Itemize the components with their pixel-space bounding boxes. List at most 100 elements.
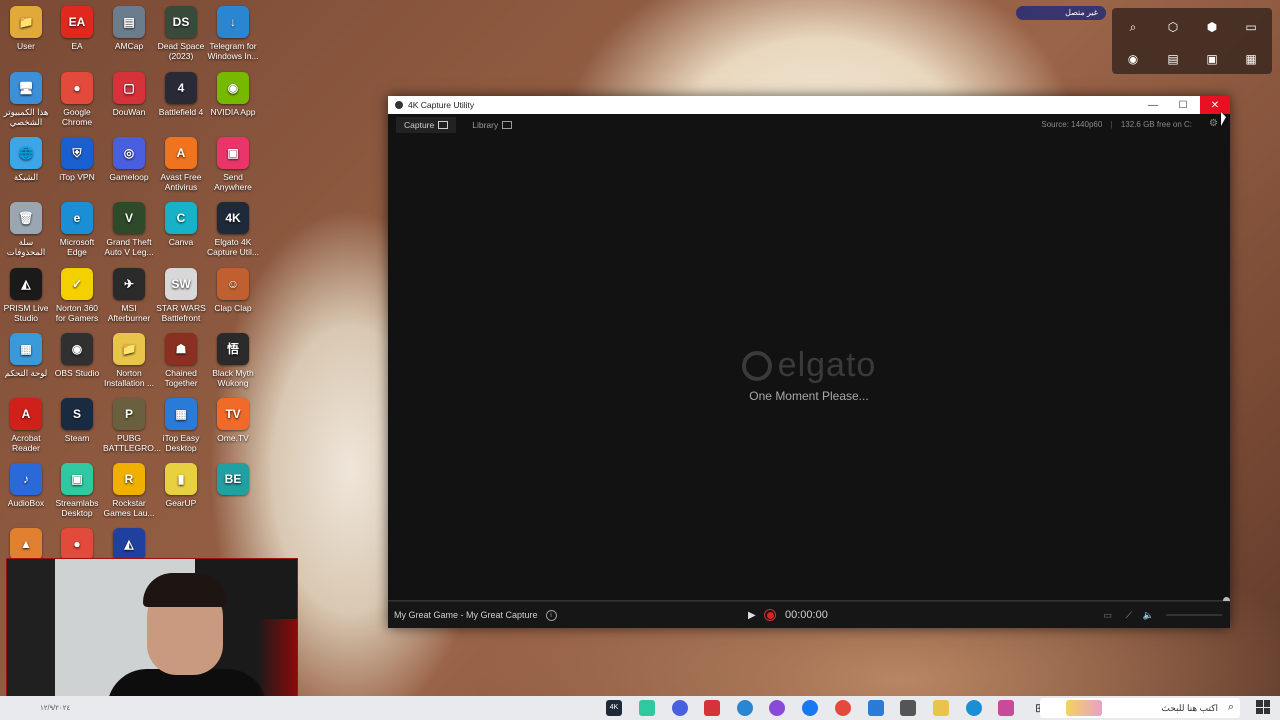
volume-slider[interactable]: [1166, 614, 1222, 616]
desktop-icon-black-myth-wukong[interactable]: 悟 Black Myth Wukong: [207, 333, 259, 388]
desktop-icon-canva[interactable]: C Canva: [155, 202, 207, 247]
desktop-icon-send-anywhere[interactable]: ▣ Send Anywhere: [207, 137, 259, 192]
desktop-icon-msi-afterburner[interactable]: ✈ MSI Afterburner: [103, 268, 155, 323]
desktop-icon-icon-15[interactable]: 🗑 سلة المحذوفات: [0, 202, 52, 257]
cube-icon[interactable]: ⬡: [1166, 20, 1180, 34]
desktop-icon-google-chrome[interactable]: ● Google Chrome: [51, 72, 103, 127]
bottom-bar: My Great Game - My Great Capture i ▶ 00:…: [388, 601, 1230, 628]
desktop-icon-elgato-4k-capture-util[interactable]: 4K Elgato 4K Capture Util...: [207, 202, 259, 257]
play-icon[interactable]: ▶: [748, 610, 756, 621]
clap-clap-icon: ☺: [217, 268, 249, 300]
desktop-icon-itop-easy-desktop[interactable]: ▦ iTop Easy Desktop: [155, 398, 207, 453]
desktop-icon-icon-39[interactable]: BE: [207, 463, 259, 498]
desktop-icon-rockstar-games-lau[interactable]: R Rockstar Games Lau...: [103, 463, 155, 518]
elgato-logo-text: elgato: [777, 346, 877, 384]
ome-tv-icon: TV: [217, 398, 249, 430]
chrome-taskbar-icon[interactable]: [835, 700, 851, 716]
calculator-taskbar-icon[interactable]: [900, 700, 916, 716]
desktop-icon-nvidia-app[interactable]: ◉ NVIDIA App: [207, 72, 259, 117]
rockstar-games-lau-icon: R: [113, 463, 145, 495]
gameloop-taskbar-icon[interactable]: [672, 700, 688, 716]
desktop-icon-grand-theft-auto-v-leg[interactable]: V Grand Theft Auto V Leg...: [103, 202, 155, 257]
nvidia-app-icon: ◉: [217, 72, 249, 104]
desktop-icon-label: NVIDIA App: [210, 107, 256, 117]
desktop-icon-acrobat-reader[interactable]: A Acrobat Reader: [0, 398, 52, 453]
grid-icon[interactable]: ▦: [1244, 52, 1258, 66]
cube-outline-icon[interactable]: ⬢: [1205, 20, 1219, 34]
desktop-icon-label: EA: [71, 41, 83, 51]
desktop-icon-douwan[interactable]: ▢ DouWan: [103, 72, 155, 117]
edge-taskbar-icon[interactable]: [966, 700, 982, 716]
desktop-icon-obs-studio[interactable]: ◉ OBS Studio: [51, 333, 103, 378]
title-bar[interactable]: 4K Capture Utility — ☐ ✕: [388, 96, 1230, 114]
copilot-taskbar-icon[interactable]: [998, 700, 1014, 716]
black-myth-wukong-icon: 悟: [217, 333, 249, 365]
douwan-taskbar-icon[interactable]: [704, 700, 720, 716]
search-highlight-icon[interactable]: [1066, 700, 1102, 716]
desktop-icon-dead-space-2023[interactable]: DS Dead Space (2023): [155, 6, 207, 61]
elgato-taskbar-icon[interactable]: 4K: [606, 700, 622, 716]
search-icon[interactable]: ⌕: [1126, 20, 1140, 34]
desktop-icon-ome-tv[interactable]: TV Ome.TV: [207, 398, 259, 443]
telegram-taskbar-icon[interactable]: [737, 700, 753, 716]
desktop-icon-streamlabs-desktop[interactable]: ▣ Streamlabs Desktop: [51, 463, 103, 518]
desktop-icon-amcap[interactable]: ▤ AMCap: [103, 6, 155, 51]
desktop-icon-microsoft-edge[interactable]: e Microsoft Edge: [51, 202, 103, 257]
desktop-icon-icon-10[interactable]: 🌐 الشبكة: [0, 137, 52, 182]
file-explorer-taskbar-icon[interactable]: [933, 700, 949, 716]
desktop-icon-telegram-for-windows-in[interactable]: ↓ Telegram for Windows In...: [207, 6, 259, 61]
desktop-icon-battlefield-4[interactable]: 4 Battlefield 4: [155, 72, 207, 117]
maximize-button[interactable]: ☐: [1168, 96, 1198, 114]
desktop-icon-avast-free-antivirus[interactable]: A Avast Free Antivirus: [155, 137, 207, 192]
record-button[interactable]: [764, 609, 776, 621]
desktop-icon-icon-25[interactable]: ▦ لوحة التحكم: [0, 333, 52, 378]
desktop-icon-label: Norton 360 for Gamers: [55, 303, 99, 323]
desktop-icon-label: Streamlabs Desktop: [55, 498, 99, 518]
desktop-icon-chained-together[interactable]: ☗ Chained Together: [155, 333, 207, 388]
mic-muted-icon[interactable]: ⟋: [1126, 610, 1132, 621]
desktop-icon-pubg-battlegro[interactable]: P PUBG BATTLEGRO...: [103, 398, 161, 453]
start-button[interactable]: [1256, 700, 1270, 714]
streamlabs-taskbar-icon[interactable]: [639, 700, 655, 716]
desktop-icon-icon-5[interactable]: 🖥 هذا الكمبيوتر الشخصي: [0, 72, 52, 127]
desktop-icon-label: سلة المحذوفات: [6, 237, 46, 257]
desktop-icon-label: Microsoft Edge: [59, 237, 95, 257]
desktop-icon-audiobox[interactable]: ♪ AudioBox: [0, 463, 52, 508]
desktop-icon-prism-live-studio[interactable]: ◭ PRISM Live Studio: [0, 268, 52, 323]
battlefield-4-icon: 4: [165, 72, 197, 104]
folder-icon[interactable]: ▭: [1244, 20, 1258, 34]
desktop-icon-clap-clap[interactable]: ☺ Clap Clap: [207, 268, 259, 313]
mail-taskbar-icon[interactable]: [868, 700, 884, 716]
gear-icon[interactable]: ⚙: [1209, 118, 1218, 129]
desktop-icon-gearup[interactable]: ▮ GearUP: [155, 463, 207, 508]
desktop-icon-gameloop[interactable]: ◎ Gameloop: [103, 137, 155, 182]
facebook-taskbar-icon[interactable]: [802, 700, 818, 716]
connection-status[interactable]: غير متصل: [1016, 6, 1106, 20]
record-timer: 00:00:00: [785, 609, 828, 621]
tab-capture[interactable]: Capture: [396, 117, 457, 133]
volume-icon[interactable]: 🔈: [1143, 610, 1154, 621]
desktop-icon-user[interactable]: 📁 User: [0, 6, 52, 51]
mouse-cursor: [1221, 112, 1226, 126]
desktop-icon-star-wars-battlefront[interactable]: SW STAR WARS Battlefront: [155, 268, 207, 323]
app-taskbar-icon[interactable]: [769, 700, 785, 716]
camera-icon[interactable]: ◉: [1126, 52, 1140, 66]
desktop-icon-norton-360-for-gamers[interactable]: ✓ Norton 360 for Gamers: [51, 268, 103, 323]
desktop-icon-label: Send Anywhere: [214, 172, 252, 192]
document-icon[interactable]: ▤: [1166, 52, 1180, 66]
info-icon[interactable]: i: [545, 609, 557, 621]
search-icon: ⌕: [1227, 701, 1234, 713]
minimize-button[interactable]: —: [1138, 96, 1168, 114]
icon-25-icon: ▦: [10, 333, 42, 365]
project-name[interactable]: My Great Game - My Great Capture: [394, 610, 538, 620]
source-info: Source: 1440p60: [1041, 120, 1103, 129]
person-hair: [143, 573, 227, 607]
desktop-icon-ea[interactable]: EA EA: [51, 6, 103, 51]
desktop-icon-itop-vpn[interactable]: ⛨ iTop VPN: [51, 137, 103, 182]
user-icon: 📁: [10, 6, 42, 38]
desktop-icon-steam[interactable]: S Steam: [51, 398, 103, 443]
snapshot-icon[interactable]: ▭: [1103, 610, 1112, 621]
tab-library[interactable]: Library: [464, 117, 520, 133]
desktop-icon-norton-installation[interactable]: 📁 Norton Installation ...: [103, 333, 155, 388]
image-icon[interactable]: ▣: [1205, 52, 1219, 66]
